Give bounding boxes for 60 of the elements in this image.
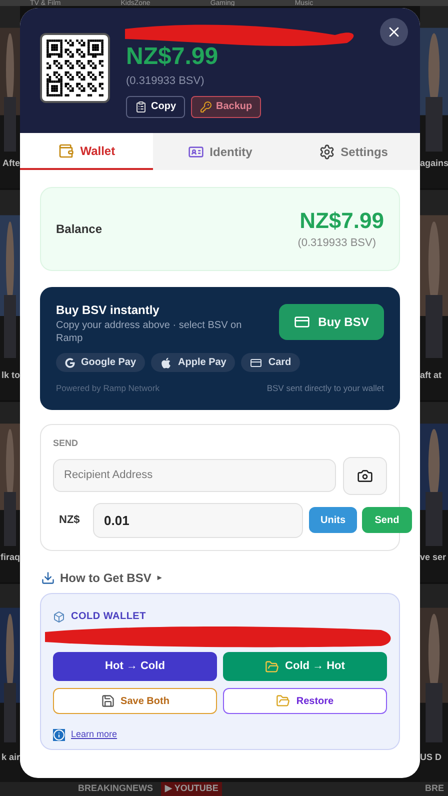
- delivery-note: BSV sent directly to your wallet: [266, 382, 384, 395]
- learn-more-link[interactable]: Learn more: [71, 728, 118, 742]
- units-button[interactable]: Units: [309, 507, 357, 533]
- send-title: SEND: [53, 437, 80, 450]
- video-caption: agains: [420, 156, 448, 170]
- buy-bsv-button[interactable]: Buy BSV: [279, 304, 384, 340]
- ticker-label: BRE: [424, 782, 444, 796]
- balance-amount: NZ$7.99: [300, 206, 384, 235]
- recipient-address-field[interactable]: Recipient Address: [53, 458, 336, 492]
- key-icon: [200, 100, 212, 112]
- wallet-icon: [58, 142, 74, 158]
- video-caption: US D: [420, 750, 442, 764]
- tab[interactable]: Settings: [286, 133, 420, 170]
- video-caption: k air: [1, 750, 20, 764]
- amount-field[interactable]: 0.01: [93, 502, 303, 538]
- currency-label: NZ$: [58, 512, 81, 528]
- close-button[interactable]: [380, 18, 408, 46]
- cold-wallet-button[interactable]: Hot → Cold: [53, 652, 217, 681]
- video-caption: ve ser: [420, 550, 446, 564]
- tab[interactable]: Identity: [153, 133, 287, 170]
- cold-wallet-button[interactable]: Save Both: [53, 688, 217, 714]
- camera-icon: [357, 468, 374, 484]
- payment-method-chip: Google Pay: [56, 353, 146, 372]
- video-caption: aft at: [420, 368, 442, 382]
- apple-icon: [160, 356, 172, 368]
- cold-wallet-button[interactable]: Restore: [223, 688, 387, 714]
- video-caption: firaq: [0, 550, 20, 564]
- ticker-label: ▶ YOUTUBE: [161, 782, 222, 796]
- cold-wallet-button[interactable]: Cold → Hot: [223, 652, 387, 681]
- buy-subtitle: Copy your address above · select BSV on Ramp: [56, 319, 243, 345]
- payment-method-chip: Apple Pay: [151, 353, 236, 372]
- tray-icon: [41, 571, 55, 585]
- info-icon: [53, 728, 65, 741]
- video-caption: lk to: [1, 368, 20, 382]
- copy-button[interactable]: Copy: [126, 96, 185, 118]
- payment-method-chip: Card: [241, 353, 300, 372]
- settings-icon: [318, 144, 335, 160]
- header-bsv: (0.319933 BSV): [126, 74, 206, 89]
- id-card-icon: [188, 144, 204, 160]
- balance-label: Balance: [56, 221, 102, 238]
- clipboard-icon: [135, 100, 147, 112]
- camera-button[interactable]: [343, 456, 387, 494]
- card-icon: [294, 314, 310, 330]
- how-to-toggle[interactable]: How to Get BSV ▸: [60, 569, 162, 587]
- folder-icon: [276, 694, 290, 708]
- buy-title: Buy BSV instantly: [56, 302, 160, 319]
- tab[interactable]: Wallet: [20, 133, 154, 170]
- send-button[interactable]: Send: [362, 507, 412, 533]
- cube-icon: [53, 610, 65, 622]
- qr-code: [40, 33, 110, 103]
- backup-button[interactable]: Backup: [191, 96, 262, 118]
- video-caption: Afte: [2, 156, 20, 170]
- header-balance: NZ$7.99: [126, 43, 220, 71]
- card-icon: [250, 356, 262, 368]
- cold-wallet-title: COLD WALLET: [71, 610, 146, 624]
- folder-icon: [265, 660, 280, 674]
- ticker-label: BREAKINGNEWS: [78, 782, 154, 796]
- ramp-credit: Powered by Ramp Network: [56, 382, 160, 395]
- google-icon: [65, 358, 75, 368]
- balance-bsv: (0.319933 BSV): [298, 236, 376, 251]
